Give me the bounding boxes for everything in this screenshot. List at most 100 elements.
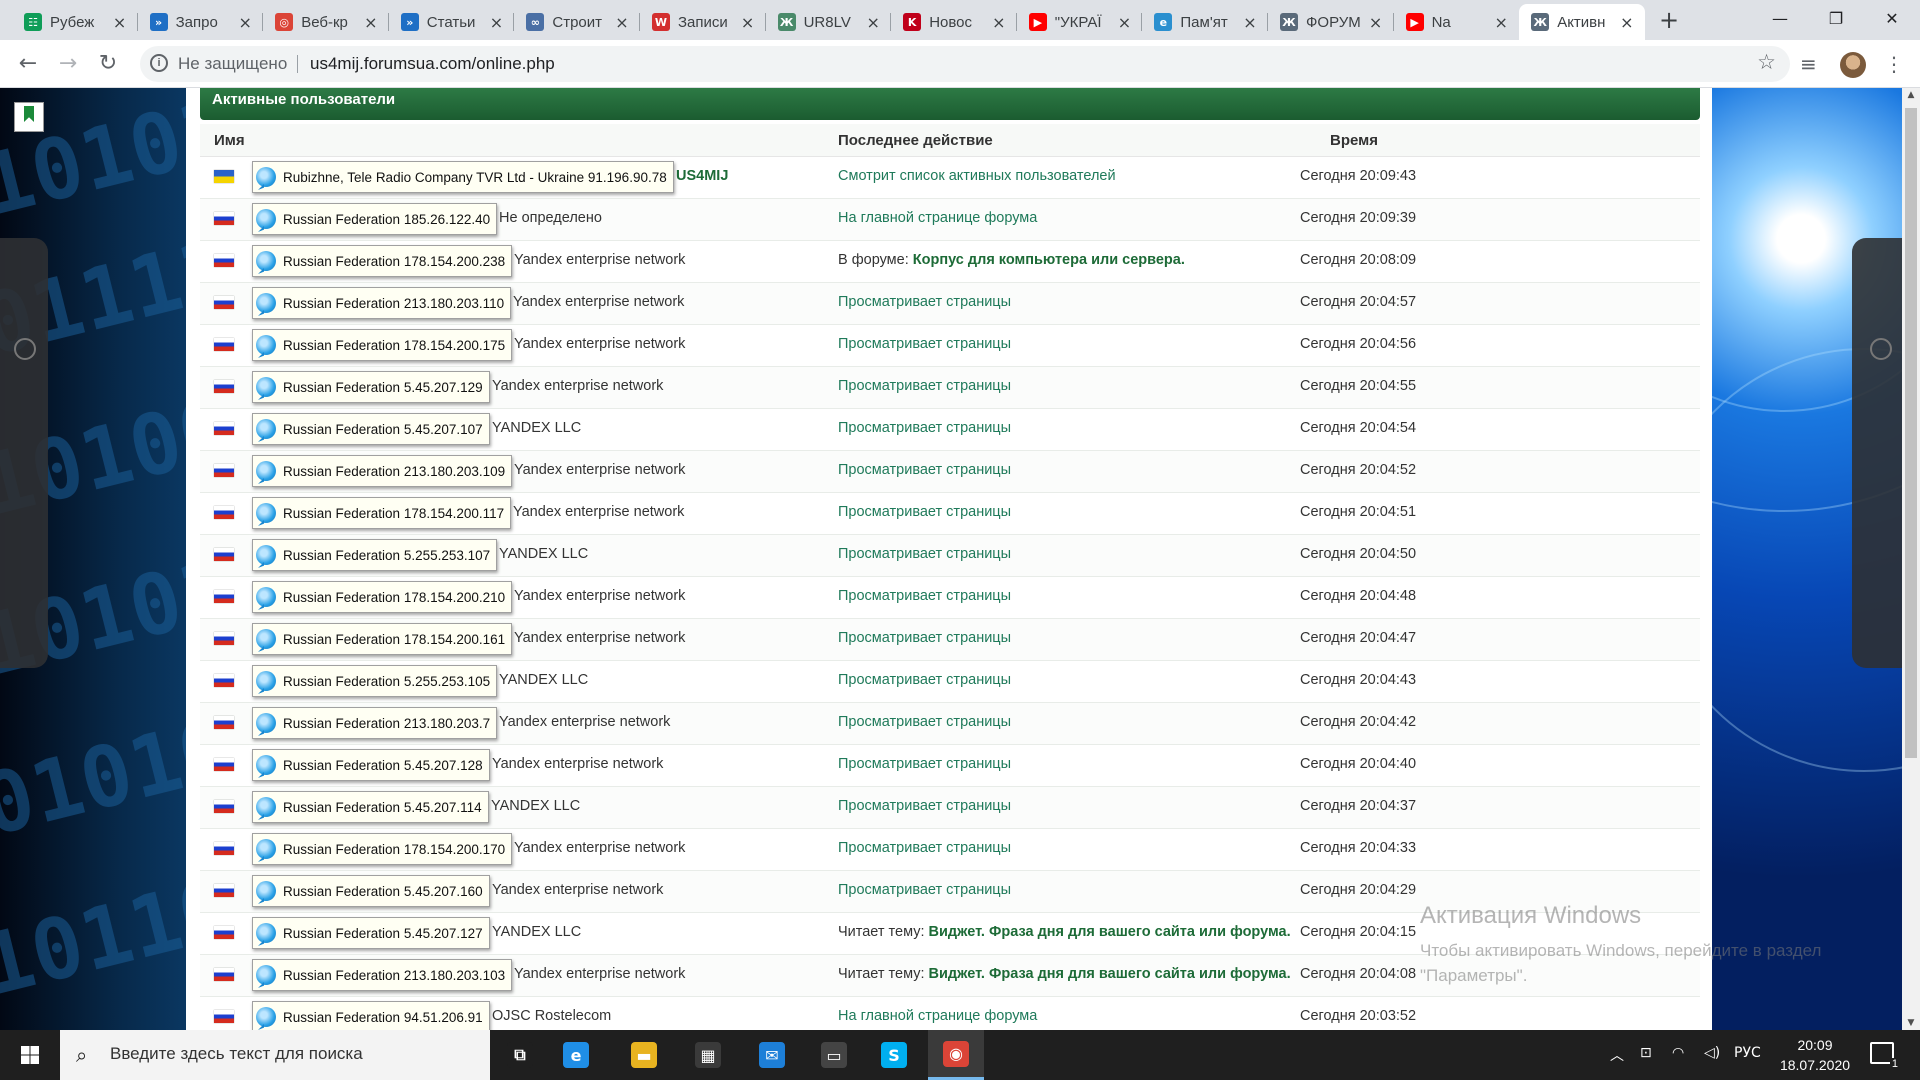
tab-close-icon[interactable]: × (1116, 13, 1132, 32)
taskbar-app[interactable]: ◉ (928, 1030, 984, 1080)
ip-tooltip: Russian Federation 5.45.207.127 (252, 917, 490, 949)
info-bubble-icon (256, 965, 276, 985)
column-header-time[interactable]: Время (1330, 132, 1378, 149)
profile-avatar[interactable] (1840, 52, 1866, 78)
browser-tab[interactable]: Ж Активн × (1519, 4, 1645, 40)
action-link[interactable]: Просматривает страницы (838, 420, 1011, 436)
browser-tab[interactable]: » Статьи × (389, 4, 515, 40)
tab-close-icon[interactable]: × (1242, 13, 1258, 32)
action-link[interactable]: Просматривает страницы (838, 798, 1011, 814)
tab-strip: ☷ Рубеж × » Запро × ◎ Веб-кр × » Статьи × ∞ Строит × W З… (0, 0, 1920, 40)
action-link[interactable]: Просматривает страницы (838, 504, 1011, 520)
last-active-time: Сегодня 20:09:39 (1300, 210, 1417, 226)
tab-close-icon[interactable]: × (614, 13, 630, 32)
taskbar-app[interactable]: ▦ (680, 1030, 736, 1080)
tab-close-icon[interactable]: × (1493, 13, 1509, 32)
browser-tab[interactable]: ◎ Веб-кр × (263, 4, 389, 40)
browser-tab[interactable]: ☷ Рубеж × (12, 4, 138, 40)
show-hidden-icons-chevron-icon[interactable]: ︿ (1610, 1045, 1624, 1065)
column-header-action[interactable]: Последнее действие (838, 132, 993, 149)
tooltip-text: Russian Federation 5.45.207.114 (283, 799, 482, 815)
notification-center-icon[interactable]: 1 (1870, 1042, 1900, 1070)
forward-arrow-icon[interactable]: → (54, 50, 82, 78)
taskbar-search-box[interactable]: ⌕ Введите здесь текст для поиска (60, 1030, 490, 1080)
tab-close-icon[interactable]: × (740, 13, 756, 32)
page-scrollbar[interactable]: ▲ ▼ (1902, 88, 1920, 1030)
new-tab-button[interactable]: + (1655, 6, 1683, 34)
tab-close-icon[interactable]: × (488, 13, 504, 32)
right-handle-knob-icon[interactable] (1870, 338, 1892, 360)
action-link[interactable]: Просматривает страницы (838, 378, 1011, 394)
wifi-icon[interactable]: ◠ (1672, 1045, 1684, 1061)
browser-tab[interactable]: Ж UR8LV × (766, 4, 892, 40)
tab-close-icon[interactable]: × (363, 13, 379, 32)
tab-close-icon[interactable]: × (1368, 13, 1384, 32)
bookmark-star-icon[interactable]: ☆ (1757, 50, 1776, 74)
menu-kebab-icon[interactable]: ⋮ (1884, 52, 1904, 76)
action-link[interactable]: Просматривает страницы (838, 294, 1011, 310)
action-link[interactable]: Корпус для компьютера или сервера. (913, 252, 1185, 268)
action-link[interactable]: Просматривает страницы (838, 546, 1011, 562)
security-label[interactable]: Не защищено (178, 54, 287, 74)
reload-icon[interactable]: ↻ (94, 50, 122, 78)
browser-tab[interactable]: ▶ Na × (1394, 4, 1520, 40)
action-link[interactable]: Просматривает страницы (838, 336, 1011, 352)
tab-close-icon[interactable]: × (1619, 13, 1635, 32)
scrollbar-thumb[interactable] (1905, 108, 1917, 758)
browser-tab[interactable]: W Записи × (640, 4, 766, 40)
browser-tab[interactable]: ▶ "УКРАЇ × (1017, 4, 1143, 40)
browser-tab[interactable]: e Пам'ят × (1142, 4, 1268, 40)
minimize-button[interactable]: — (1752, 0, 1808, 40)
browser-tab[interactable]: ∞ Строит × (514, 4, 640, 40)
green-bookmark-icon[interactable] (14, 102, 44, 132)
info-icon[interactable]: i (150, 54, 168, 72)
close-window-button[interactable]: ✕ (1864, 0, 1920, 40)
volume-icon[interactable]: ◁) (1704, 1045, 1720, 1061)
browser-tab[interactable]: Ж ФОРУМ × (1268, 4, 1394, 40)
action-link[interactable]: Просматривает страницы (838, 882, 1011, 898)
tab-close-icon[interactable]: × (237, 13, 253, 32)
username-link[interactable]: US4MIJ (676, 168, 728, 184)
action-link[interactable]: Смотрит список активных пользователей (838, 168, 1116, 184)
scroll-down-arrow-icon[interactable]: ▼ (1902, 1018, 1920, 1028)
taskbar-app[interactable]: ▬ (616, 1030, 672, 1080)
browser-tab[interactable]: » Запро × (138, 4, 264, 40)
last-action: Просматривает страницы (838, 588, 1011, 604)
clock[interactable]: 20:09 18.07.2020 (1770, 1035, 1860, 1075)
start-button[interactable] (0, 1030, 60, 1080)
browser-tab[interactable]: K Новос × (891, 4, 1017, 40)
taskbar-app[interactable]: e (548, 1030, 604, 1080)
taskbar-app[interactable]: S (866, 1030, 922, 1080)
taskbar-app[interactable]: ▭ (806, 1030, 862, 1080)
visitor-name: Yandex enterprise network (514, 588, 686, 604)
taskbar-app[interactable]: ✉ (744, 1030, 800, 1080)
left-panel-handle (0, 238, 48, 668)
action-link[interactable]: Просматривает страницы (838, 672, 1011, 688)
ip-tooltip: Russian Federation 178.154.200.210 (252, 581, 513, 613)
action-link[interactable]: Просматривает страницы (838, 840, 1011, 856)
tab-close-icon[interactable]: × (865, 13, 881, 32)
tab-close-icon[interactable]: × (991, 13, 1007, 32)
action-link[interactable]: Просматривает страницы (838, 588, 1011, 604)
action-link[interactable]: Просматривает страницы (838, 756, 1011, 772)
left-handle-knob-icon[interactable] (14, 338, 36, 360)
last-active-time: Сегодня 20:04:54 (1300, 420, 1417, 436)
action-link[interactable]: Просматривает страницы (838, 630, 1011, 646)
tab-close-icon[interactable]: × (112, 13, 128, 32)
address-bar[interactable]: i Не защищено us4mij.forumsua.com/online… (140, 46, 1790, 82)
column-header-name[interactable]: Имя (214, 132, 245, 149)
action-link[interactable]: На главной странице форума (838, 1008, 1037, 1024)
action-link[interactable]: Виджет. Фраза дня для вашего сайта или ф… (929, 924, 1291, 940)
media-controls-icon[interactable]: ≡ (1800, 52, 1817, 76)
action-link[interactable]: Виджет. Фраза дня для вашего сайта или ф… (929, 966, 1291, 982)
maximize-button[interactable]: ❐ (1808, 0, 1864, 40)
taskbar-app[interactable]: ⧉ (492, 1030, 548, 1080)
scroll-up-arrow-icon[interactable]: ▲ (1902, 90, 1920, 100)
action-link[interactable]: На главной странице форума (838, 210, 1037, 226)
network-icon[interactable]: ⊡ (1640, 1045, 1652, 1061)
language-indicator[interactable]: РУС (1734, 1045, 1761, 1061)
action-link[interactable]: Просматривает страницы (838, 462, 1011, 478)
back-arrow-icon[interactable]: ← (14, 50, 42, 78)
url-text[interactable]: us4mij.forumsua.com/online.php (310, 54, 555, 74)
action-link[interactable]: Просматривает страницы (838, 714, 1011, 730)
